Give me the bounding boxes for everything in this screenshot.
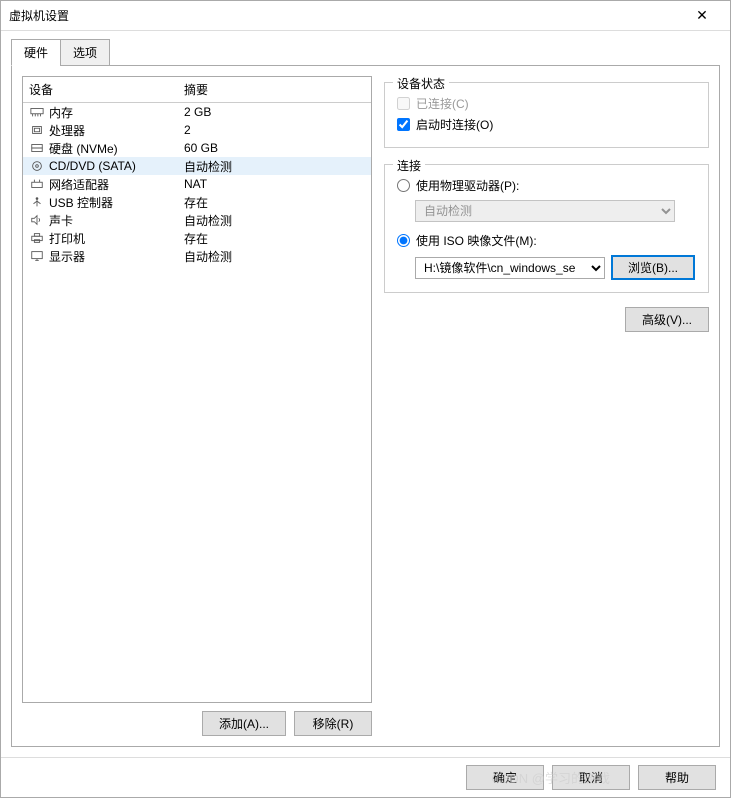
sound-icon: [29, 213, 45, 227]
advanced-row: 高级(V)...: [384, 307, 709, 332]
cd-icon: [29, 159, 45, 173]
printer-icon: [29, 231, 45, 245]
device-row-memory[interactable]: 内存 2 GB: [23, 103, 371, 121]
connect-poweron-checkbox[interactable]: [397, 118, 410, 131]
device-row-network[interactable]: 网络适配器 NAT: [23, 175, 371, 193]
left-panel: 设备 摘要 内存 2 GB 处理器 2 硬盘 (NVMe) 60 GB CD/DVD (SA…: [22, 76, 372, 736]
device-summary: 自动检测: [184, 212, 365, 229]
device-name: 显示器: [49, 248, 85, 265]
device-summary: 自动检测: [184, 158, 365, 175]
right-panel: 设备状态 已连接(C) 启动时连接(O) 连接 使用物理驱动器(P):: [384, 76, 709, 736]
device-summary: 存在: [184, 230, 365, 247]
connect-poweron-row[interactable]: 启动时连接(O): [397, 114, 696, 135]
header-summary: 摘要: [184, 81, 365, 98]
device-status-group: 设备状态 已连接(C) 启动时连接(O): [384, 82, 709, 148]
tab-body: 设备 摘要 内存 2 GB 处理器 2 硬盘 (NVMe) 60 GB CD/DVD (SA…: [11, 65, 720, 747]
cpu-icon: [29, 123, 45, 137]
ok-button[interactable]: 确定: [466, 765, 544, 790]
cancel-button[interactable]: 取消: [552, 765, 630, 790]
connect-poweron-label: 启动时连接(O): [416, 116, 493, 133]
iso-path-select[interactable]: H:\镜像软件\cn_windows_se: [415, 257, 605, 279]
device-name: 内存: [49, 104, 73, 121]
usb-icon: [29, 195, 45, 209]
device-summary: 2 GB: [184, 105, 365, 119]
device-row-sound[interactable]: 声卡 自动检测: [23, 211, 371, 229]
device-row-display[interactable]: 显示器 自动检测: [23, 247, 371, 265]
device-list-header: 设备 摘要: [23, 77, 371, 103]
tab-hardware[interactable]: 硬件: [11, 39, 61, 66]
use-iso-label: 使用 ISO 映像文件(M):: [416, 232, 537, 249]
use-physical-radio[interactable]: [397, 179, 410, 192]
physical-drive-select: 自动检测: [415, 200, 675, 222]
device-name: 硬盘 (NVMe): [49, 140, 118, 157]
device-name: 处理器: [49, 122, 85, 139]
device-row-disk[interactable]: 硬盘 (NVMe) 60 GB: [23, 139, 371, 157]
iso-row: H:\镜像软件\cn_windows_se 浏览(B)...: [415, 255, 696, 280]
device-name: 打印机: [49, 230, 85, 247]
help-button[interactable]: 帮助: [638, 765, 716, 790]
device-name: USB 控制器: [49, 194, 113, 211]
connected-row: 已连接(C): [397, 93, 696, 114]
connection-group: 连接 使用物理驱动器(P): 自动检测 使用 ISO 映像文件(M):: [384, 164, 709, 293]
device-summary: 存在: [184, 194, 365, 211]
add-button[interactable]: 添加(A)...: [202, 711, 286, 736]
device-name: 网络适配器: [49, 176, 109, 193]
remove-button[interactable]: 移除(R): [294, 711, 372, 736]
device-status-legend: 设备状态: [393, 75, 449, 92]
device-list: 设备 摘要 内存 2 GB 处理器 2 硬盘 (NVMe) 60 GB CD/DVD (SA…: [22, 76, 372, 703]
advanced-button[interactable]: 高级(V)...: [625, 307, 709, 332]
device-row-cpu[interactable]: 处理器 2: [23, 121, 371, 139]
network-icon: [29, 177, 45, 191]
titlebar: 虚拟机设置 ✕: [1, 1, 730, 31]
physical-drive-indent: 自动检测: [415, 200, 696, 222]
window-title: 虚拟机设置: [9, 7, 682, 24]
vm-settings-window: 虚拟机设置 ✕ 硬件 选项 设备 摘要 内存 2 GB 处理器 2 硬盘 (NVMe) 6…: [0, 0, 731, 798]
display-icon: [29, 249, 45, 263]
use-physical-row[interactable]: 使用物理驱动器(P):: [397, 175, 696, 196]
content-area: 硬件 选项 设备 摘要 内存 2 GB 处理器 2 硬盘 (NVMe) 60 GB CD/D…: [1, 31, 730, 757]
footer: CSDN @学习的游戏 确定 取消 帮助: [1, 757, 730, 797]
use-physical-label: 使用物理驱动器(P):: [416, 177, 519, 194]
connected-checkbox: [397, 97, 410, 110]
disk-icon: [29, 141, 45, 155]
browse-button[interactable]: 浏览(B)...: [611, 255, 695, 280]
device-name: CD/DVD (SATA): [49, 159, 136, 173]
device-name: 声卡: [49, 212, 73, 229]
close-button[interactable]: ✕: [682, 7, 722, 24]
device-summary: NAT: [184, 177, 365, 191]
tab-options[interactable]: 选项: [60, 39, 110, 66]
use-iso-radio[interactable]: [397, 234, 410, 247]
tab-strip: 硬件 选项: [11, 39, 720, 66]
use-iso-row[interactable]: 使用 ISO 映像文件(M):: [397, 230, 696, 251]
connection-legend: 连接: [393, 157, 425, 174]
device-buttons: 添加(A)... 移除(R): [22, 711, 372, 736]
device-summary: 2: [184, 123, 365, 137]
device-summary: 自动检测: [184, 248, 365, 265]
device-row-printer[interactable]: 打印机 存在: [23, 229, 371, 247]
device-summary: 60 GB: [184, 141, 365, 155]
header-device: 设备: [29, 81, 184, 98]
device-row-usb[interactable]: USB 控制器 存在: [23, 193, 371, 211]
connected-label: 已连接(C): [416, 95, 469, 112]
memory-icon: [29, 105, 45, 119]
device-row-cd[interactable]: CD/DVD (SATA) 自动检测: [23, 157, 371, 175]
